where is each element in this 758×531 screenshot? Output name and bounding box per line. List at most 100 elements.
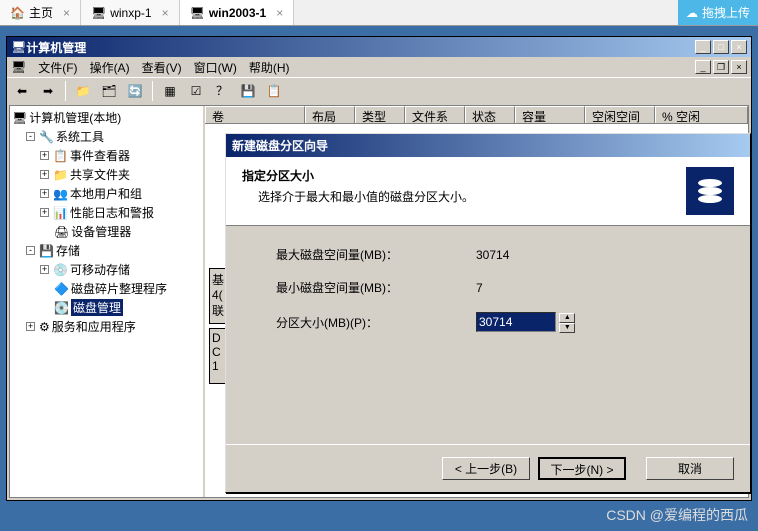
expand-icon[interactable]: + xyxy=(26,322,35,331)
col-volume[interactable]: 卷 xyxy=(205,106,305,123)
tree-event-viewer[interactable]: + 📋 事件查看器 xyxy=(12,146,201,165)
vm-tab-bar: 🏠 主页 × 🖥 winxp-1 × 🖥 win2003-1 × ☁ 拖拽上传 xyxy=(0,0,758,26)
tree-label: 磁盘管理 xyxy=(71,299,123,316)
partition-wizard-dialog: 新建磁盘分区向导 指定分区大小 选择介于最大和最小值的磁盘分区大小。 最大磁盘空… xyxy=(225,133,751,493)
dialog-heading: 指定分区大小 xyxy=(242,167,686,184)
vm-tab-winxp[interactable]: 🖥 winxp-1 × xyxy=(81,0,180,25)
cancel-button[interactable]: 取消 xyxy=(646,457,734,480)
max-size-label: 最大磁盘空间量(MB)： xyxy=(276,246,476,263)
spinner-down-button[interactable]: ▼ xyxy=(559,323,575,333)
settings-button[interactable]: ☑ xyxy=(185,80,207,102)
menu-window[interactable]: 窗口(W) xyxy=(194,59,237,76)
removable-icon: 💿 xyxy=(53,263,68,277)
up-button[interactable]: 📁 xyxy=(72,80,94,102)
menu-file[interactable]: 文件(F) xyxy=(38,59,77,76)
close-icon[interactable]: × xyxy=(276,6,283,20)
min-size-label: 最小磁盘空间量(MB)： xyxy=(276,279,476,296)
tree-label: 磁盘碎片整理程序 xyxy=(71,280,167,297)
close-button[interactable]: × xyxy=(731,40,747,54)
tree-shared-folders[interactable]: + 📁 共享文件夹 xyxy=(12,165,201,184)
menu-help[interactable]: 帮助(H) xyxy=(249,59,290,76)
tree-system-tools[interactable]: - 🔧 系统工具 xyxy=(12,127,201,146)
menu-action[interactable]: 操作(A) xyxy=(90,59,130,76)
app-icon: 🖥 xyxy=(11,60,26,74)
tree-removable[interactable]: + 💿 可移动存储 xyxy=(12,260,201,279)
dialog-titlebar: 新建磁盘分区向导 xyxy=(226,134,750,157)
menu-view[interactable]: 查看(V) xyxy=(142,59,182,76)
minimize-button[interactable]: _ xyxy=(695,40,711,54)
list-button[interactable]: ▦ xyxy=(159,80,181,102)
col-capacity[interactable]: 容量 xyxy=(515,106,585,123)
sub-close-button[interactable]: × xyxy=(731,60,747,74)
action-button[interactable]: 📋 xyxy=(263,80,285,102)
col-layout[interactable]: 布局 xyxy=(305,106,355,123)
vm-tab-win2003-label: win2003-1 xyxy=(209,6,266,20)
volume-list-header: 卷 布局 类型 文件系统 状态 容量 空闲空间 % 空闲 xyxy=(205,106,748,124)
storage-icon: 💾 xyxy=(39,244,54,258)
partition-size-row: 分区大小(MB)(P)： ▲ ▼ xyxy=(276,312,700,333)
titlebar: 🖥 计算机管理 _ □ × xyxy=(7,37,751,57)
tree-pane[interactable]: 🖥 计算机管理(本地) - 🔧 系统工具 + 📋 事件查看器 + 📁 共享文件夹… xyxy=(10,106,205,497)
tree-services[interactable]: + ⚙ 服务和应用程序 xyxy=(12,317,201,336)
event-icon: 📋 xyxy=(53,149,68,163)
expand-icon[interactable]: + xyxy=(40,151,49,160)
menubar: 🖥 文件(F) 操作(A) 查看(V) 窗口(W) 帮助(H) _ ❐ × xyxy=(7,57,751,77)
sub-restore-button[interactable]: ❐ xyxy=(713,60,729,74)
tree-defrag[interactable]: 🔷 磁盘碎片整理程序 xyxy=(12,279,201,298)
tree-disk-mgmt[interactable]: 💽 磁盘管理 xyxy=(12,298,201,317)
forward-button[interactable]: ➡ xyxy=(37,80,59,102)
min-size-row: 最小磁盘空间量(MB)： 7 xyxy=(276,279,700,296)
tree-local-users[interactable]: + 👥 本地用户和组 xyxy=(12,184,201,203)
device-icon: 🖨 xyxy=(54,225,69,239)
dialog-header: 指定分区大小 选择介于最大和最小值的磁盘分区大小。 xyxy=(226,157,750,226)
max-size-value: 30714 xyxy=(476,248,700,262)
close-icon[interactable]: × xyxy=(162,6,169,20)
vm-tab-home[interactable]: 🏠 主页 × xyxy=(0,0,81,25)
expand-icon[interactable]: + xyxy=(40,189,49,198)
close-icon[interactable]: × xyxy=(63,6,70,20)
partition-size-input[interactable] xyxy=(476,312,556,332)
maximize-button[interactable]: □ xyxy=(713,40,729,54)
dialog-body: 最大磁盘空间量(MB)： 30714 最小磁盘空间量(MB)： 7 分区大小(M… xyxy=(226,226,750,444)
home-icon: 🏠 xyxy=(10,6,25,20)
tree-label: 本地用户和组 xyxy=(70,185,142,202)
vm-tab-win2003[interactable]: 🖥 win2003-1 × xyxy=(180,0,295,25)
tree-device-mgr[interactable]: 🖨 设备管理器 xyxy=(12,222,201,241)
dialog-subtext: 选择介于最大和最小值的磁盘分区大小。 xyxy=(242,188,686,205)
dialog-title-text: 新建磁盘分区向导 xyxy=(232,137,328,154)
back-button[interactable]: < 上一步(B) xyxy=(442,457,530,480)
collapse-icon[interactable]: - xyxy=(26,246,35,255)
col-free[interactable]: 空闲空间 xyxy=(585,106,655,123)
expand-icon[interactable]: + xyxy=(40,170,49,179)
tree-perf-logs[interactable]: + 📊 性能日志和警报 xyxy=(12,203,201,222)
col-pct-free[interactable]: % 空闲 xyxy=(655,106,748,123)
col-type[interactable]: 类型 xyxy=(355,106,405,123)
spinner-up-button[interactable]: ▲ xyxy=(559,313,575,323)
back-button[interactable]: ⬅ xyxy=(11,80,33,102)
next-button[interactable]: 下一步(N) > xyxy=(538,457,626,480)
expand-icon[interactable]: + xyxy=(40,265,49,274)
upload-button[interactable]: ☁ 拖拽上传 xyxy=(678,0,758,25)
col-status[interactable]: 状态 xyxy=(465,106,515,123)
help-button[interactable]: ？ xyxy=(211,80,233,102)
tree-root[interactable]: 🖥 计算机管理(本地) xyxy=(12,108,201,127)
tree-storage[interactable]: - 💾 存储 xyxy=(12,241,201,260)
col-filesystem[interactable]: 文件系统 xyxy=(405,106,465,123)
expand-icon[interactable]: + xyxy=(40,208,49,217)
props-button[interactable]: 🗂 xyxy=(98,80,120,102)
app-icon: 🖥 xyxy=(11,40,26,54)
tree-label: 性能日志和警报 xyxy=(70,204,154,221)
tree-label: 可移动存储 xyxy=(70,261,130,278)
tools-icon: 🔧 xyxy=(39,130,54,144)
disk-icon[interactable]: 💾 xyxy=(237,80,259,102)
collapse-icon[interactable]: - xyxy=(26,132,35,141)
refresh-button[interactable]: 🔄 xyxy=(124,80,146,102)
sub-minimize-button[interactable]: _ xyxy=(695,60,711,74)
separator xyxy=(152,81,153,101)
cloud-icon: ☁ xyxy=(686,6,698,20)
dialog-footer: < 上一步(B) 下一步(N) > 取消 xyxy=(226,444,750,492)
disk-stack-icon xyxy=(686,167,734,215)
partition-size-label: 分区大小(MB)(P)： xyxy=(276,314,476,331)
tree-root-label: 计算机管理(本地) xyxy=(29,109,121,126)
tree-label: 存储 xyxy=(56,242,80,259)
